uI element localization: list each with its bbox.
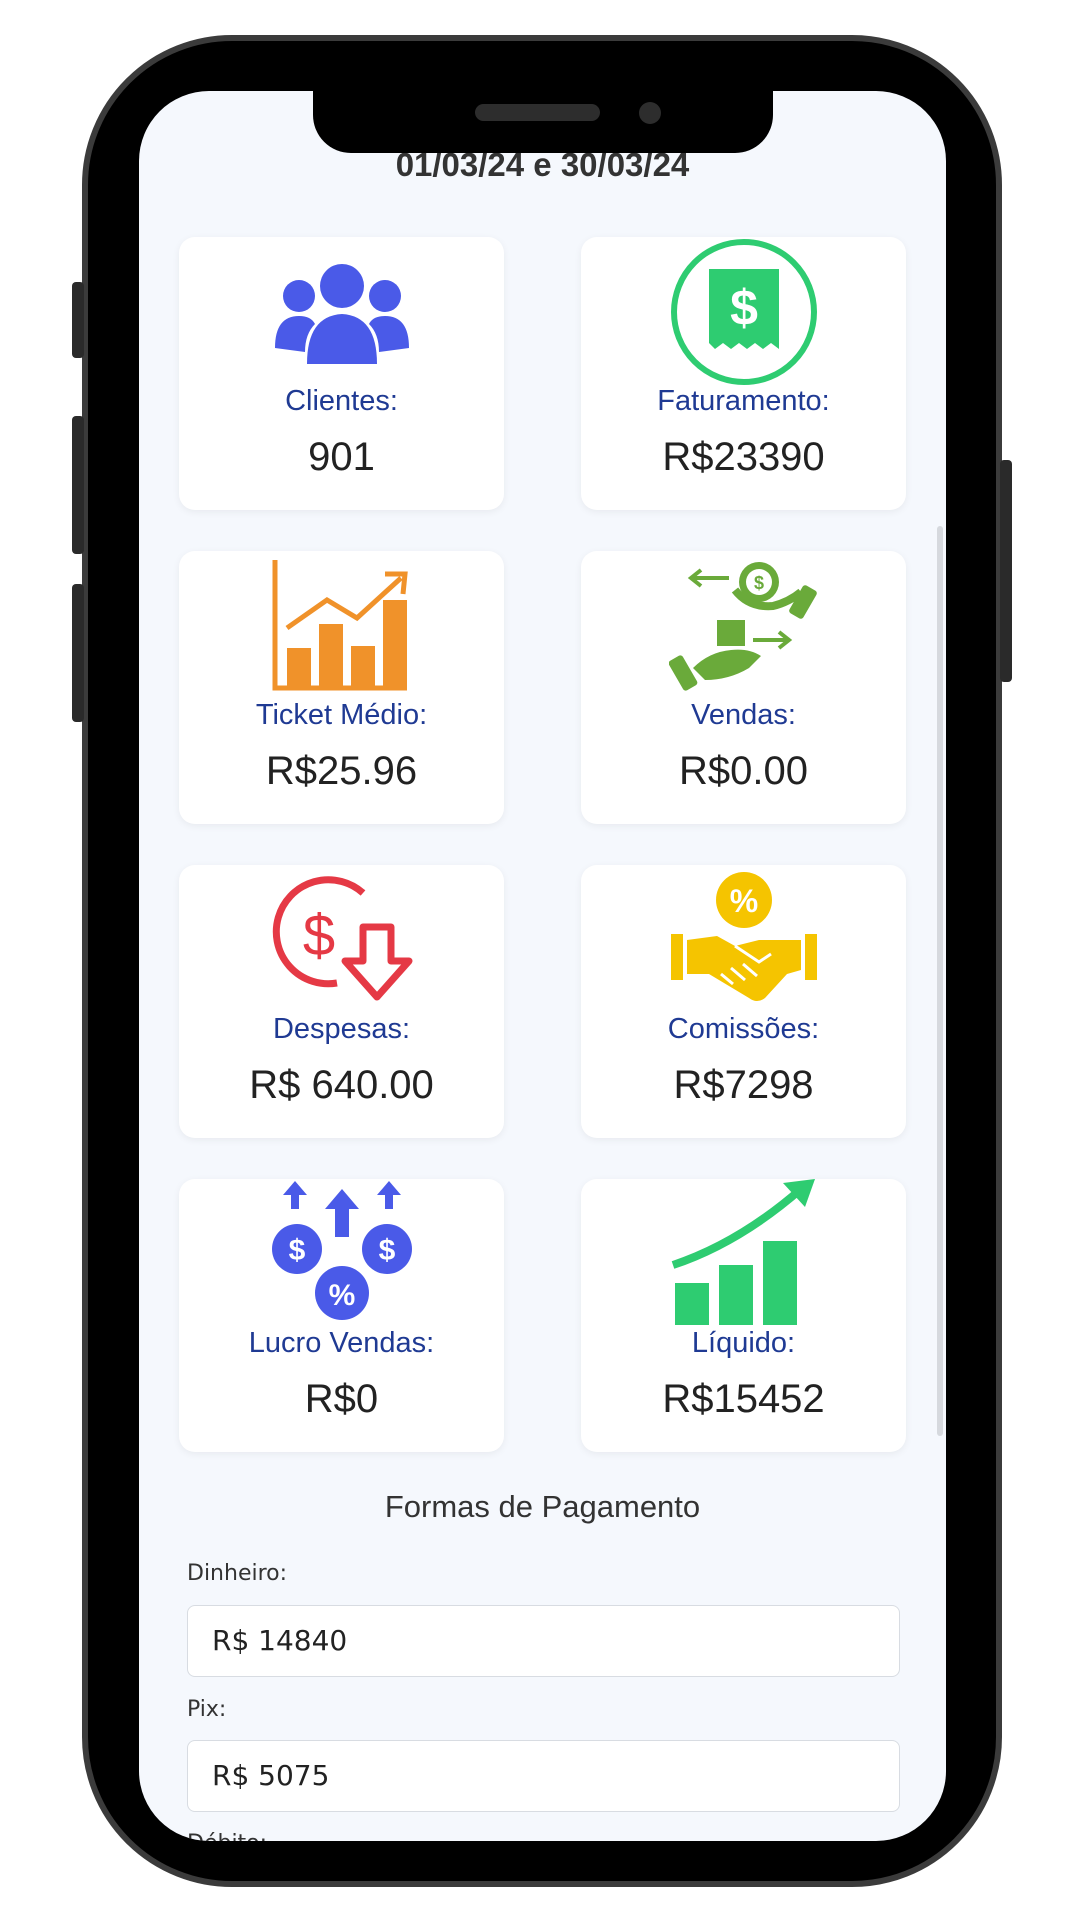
vendas-label: Vendas: bbox=[691, 699, 796, 731]
svg-text:$: $ bbox=[753, 573, 763, 593]
volume-up-button bbox=[72, 416, 84, 554]
vendas-value: R$0.00 bbox=[679, 749, 808, 793]
app-screen: Desempenho no período de: 01/03/24 e 30/… bbox=[139, 91, 946, 1841]
ticket-medio-label: Ticket Médio: bbox=[255, 699, 428, 731]
dinheiro-label: Dinheiro: bbox=[187, 1561, 288, 1586]
payment-methods-title: Formas de Pagamento bbox=[384, 1489, 701, 1524]
dollar-down-icon: $ bbox=[179, 865, 504, 1015]
liquido-label: Líquido: bbox=[691, 1327, 796, 1359]
scrollbar[interactable] bbox=[937, 526, 943, 1436]
card-lucro-vendas: $ $ % Lucro Vendas: R$0 bbox=[179, 1179, 504, 1452]
speaker-grille bbox=[475, 104, 600, 121]
pix-label: Pix: bbox=[187, 1697, 227, 1722]
svg-text:$: $ bbox=[302, 903, 334, 968]
svg-text:$: $ bbox=[730, 280, 758, 336]
pix-field[interactable]: R$ 5075 bbox=[187, 1740, 900, 1812]
profit-arrows-icon: $ $ % bbox=[179, 1179, 504, 1329]
card-clientes: Clientes: 901 bbox=[179, 237, 504, 510]
receipt-dollar-icon: $ bbox=[581, 237, 906, 387]
dinheiro-field[interactable]: R$ 14840 bbox=[187, 1605, 900, 1677]
front-camera bbox=[639, 102, 661, 124]
mute-switch bbox=[72, 282, 84, 358]
card-ticket-medio: Ticket Médio: R$25.96 bbox=[179, 551, 504, 824]
bar-chart-trend-icon bbox=[179, 551, 504, 701]
volume-down-button bbox=[72, 584, 84, 722]
card-comissoes: % Comissões: R$7298 bbox=[581, 865, 906, 1138]
debito-label: Débito: bbox=[187, 1831, 267, 1841]
lucro-vendas-value: R$0 bbox=[304, 1377, 379, 1421]
card-faturamento: $ Faturamento: R$23390 bbox=[581, 237, 906, 510]
handshake-percent-icon: % bbox=[581, 865, 906, 1015]
ticket-medio-value: R$25.96 bbox=[265, 749, 418, 793]
svg-text:%: % bbox=[328, 1279, 355, 1312]
faturamento-value: R$23390 bbox=[662, 435, 825, 479]
power-button bbox=[1000, 460, 1012, 682]
svg-text:$: $ bbox=[288, 1234, 305, 1267]
clientes-value: 901 bbox=[308, 435, 375, 479]
card-despesas: $ Despesas: R$ 640.00 bbox=[179, 865, 504, 1138]
despesas-value: R$ 640.00 bbox=[249, 1063, 434, 1107]
faturamento-label: Faturamento: bbox=[657, 385, 830, 417]
svg-text:%: % bbox=[729, 883, 757, 919]
clientes-label: Clientes: bbox=[285, 385, 398, 417]
card-liquido: Líquido: R$15452 bbox=[581, 1179, 906, 1452]
svg-text:$: $ bbox=[378, 1234, 395, 1267]
comissoes-label: Comissões: bbox=[667, 1013, 820, 1045]
growth-chart-icon bbox=[581, 1179, 906, 1329]
lucro-vendas-label: Lucro Vendas: bbox=[248, 1327, 435, 1359]
phone-notch bbox=[313, 91, 773, 153]
liquido-value: R$15452 bbox=[662, 1377, 825, 1421]
exchange-hands-icon: $ bbox=[581, 551, 906, 701]
despesas-label: Despesas: bbox=[272, 1013, 410, 1045]
comissoes-value: R$7298 bbox=[673, 1063, 814, 1107]
users-icon bbox=[179, 237, 504, 387]
card-vendas: $ Vendas: R$0.00 bbox=[581, 551, 906, 824]
